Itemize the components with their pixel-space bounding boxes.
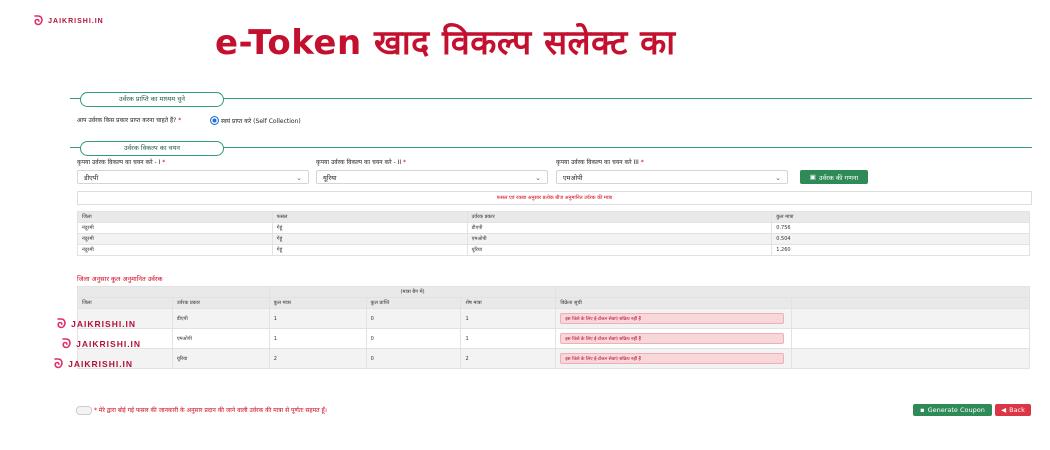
column-header: कुल मात्रा xyxy=(771,211,1030,223)
consent-toggle[interactable] xyxy=(76,406,92,415)
unit-note: (मात्रा बैग में) xyxy=(268,286,557,298)
delivery-question: आप उर्वरक किस प्रकार प्राप्त करना चाहते … xyxy=(77,117,182,124)
brand-mark-icon: ᘐ xyxy=(54,356,65,371)
back-button[interactable]: ◀ Back xyxy=(995,404,1031,416)
district-summary-title: जिला अनुसार कुल अनुमानित उर्वरक xyxy=(77,275,163,283)
fertilizer-select-1[interactable]: डीएपी ⌄ xyxy=(77,170,309,184)
self-collection-label: स्वयं प्राप्त करे (Self Collection) xyxy=(221,118,301,125)
generate-coupon-button[interactable]: ▪ Generate Coupon xyxy=(913,404,992,416)
select-label-2: कृपया उर्वरक विकल्प का चयन करे - II * xyxy=(316,159,407,166)
watermark-logo: ᘐ JAIKRISHI.IN xyxy=(62,336,142,351)
chevron-down-icon: ⌄ xyxy=(535,174,541,182)
watermark-logo: ᘐ JAIKRISHI.IN xyxy=(54,356,134,371)
table-row: नंदुरमी गेहूं डीएपी 0.756 xyxy=(77,222,1030,234)
select-label-3: कृपया उर्वरक विकल्प का चयन करे III * xyxy=(556,159,644,166)
seller-unavailable-alert: इस जिले के लिए ई-टोकन सेवाएं सक्रिय नहीं… xyxy=(560,313,785,324)
brand-logo: ᘐ JAIKRISHI.IN xyxy=(34,13,104,29)
column-header: जिला xyxy=(77,211,273,223)
fertilizer-estimate-table: जिला फसल उर्वरक प्रकार कुल मात्रा नंदुरम… xyxy=(77,211,1030,256)
district-summary-table: (मात्रा बैग में) जिला उर्वरक प्रकार कुल … xyxy=(77,286,1030,369)
column-header: जिला xyxy=(77,297,173,309)
save-icon: ▣ xyxy=(809,173,816,181)
document-icon: ▪ xyxy=(920,406,925,414)
self-collection-radio[interactable] xyxy=(210,116,219,125)
info-message: फसल एवं रकबा अनुसार प्रत्येक बीज अनुमानि… xyxy=(77,191,1032,205)
table-row: नंदुरमी गेहूं यूरिया 1.260 xyxy=(77,244,1030,256)
section-title-choice: उर्वरक विकल्प का चयन xyxy=(80,141,224,156)
column-header: फसल xyxy=(271,211,468,223)
arrow-left-icon: ◀ xyxy=(1001,406,1007,414)
section-title-delivery: उर्वरक प्राप्ति का माध्यम चुने xyxy=(80,92,224,107)
table-row: यूरिया 2 0 2 इस जिले के लिए ई-टोकन सेवाए… xyxy=(77,348,1030,369)
column-header: विक्रेता सूची xyxy=(555,297,793,309)
column-header: शेष मात्रा xyxy=(460,297,557,309)
brand-mark-icon: ᘐ xyxy=(34,13,45,28)
seller-unavailable-alert: इस जिले के लिए ई-टोकन सेवाएं सक्रिय नहीं… xyxy=(560,353,785,364)
seller-unavailable-alert: इस जिले के लिए ई-टोकन सेवाएं सक्रिय नहीं… xyxy=(560,333,785,344)
column-header: उर्वरक प्रकार xyxy=(171,297,270,309)
calculate-fertilizer-button[interactable]: ▣ उर्वरक की गणना xyxy=(800,170,868,184)
watermark-logo: ᘐ JAIKRISHI.IN xyxy=(57,316,137,331)
table-header-row: जिला फसल उर्वरक प्रकार कुल मात्रा xyxy=(77,211,1030,223)
chevron-down-icon: ⌄ xyxy=(775,174,781,182)
table-row: नंदुरमी गेहूं एमओपी 0.504 xyxy=(77,233,1030,245)
brand-name: JAIKRISHI.IN xyxy=(48,17,104,25)
column-header: कुल प्राप्ति xyxy=(365,297,462,309)
fertilizer-select-2[interactable]: यूरिया ⌄ xyxy=(316,170,548,184)
chevron-down-icon: ⌄ xyxy=(296,174,302,182)
select-label-1: कृपया उर्वरक विकल्प का चयन करे - I * xyxy=(77,159,166,166)
table-row: एमओपी 1 0 1 इस जिले के लिए ई-टोकन सेवाएं… xyxy=(77,328,1030,349)
column-header: कुल मात्रा xyxy=(268,297,367,309)
fertilizer-select-3[interactable]: एमओपी ⌄ xyxy=(556,170,788,184)
brand-mark-icon: ᘐ xyxy=(57,316,68,331)
brand-mark-icon: ᘐ xyxy=(62,336,73,351)
banner-title: e-Token खाद विकल्प सलेक्ट का xyxy=(215,23,676,63)
consent-text: * मेरे द्वारा बोई गई फसल की जानकारी के अ… xyxy=(94,407,327,414)
table-row: डीएपी 1 0 1 इस जिले के लिए ई-टोकन सेवाएं… xyxy=(77,308,1030,329)
table-header-row: जिला उर्वरक प्रकार कुल मात्रा कुल प्राप्… xyxy=(77,297,1030,309)
column-header: उर्वरक प्रकार xyxy=(466,211,773,223)
